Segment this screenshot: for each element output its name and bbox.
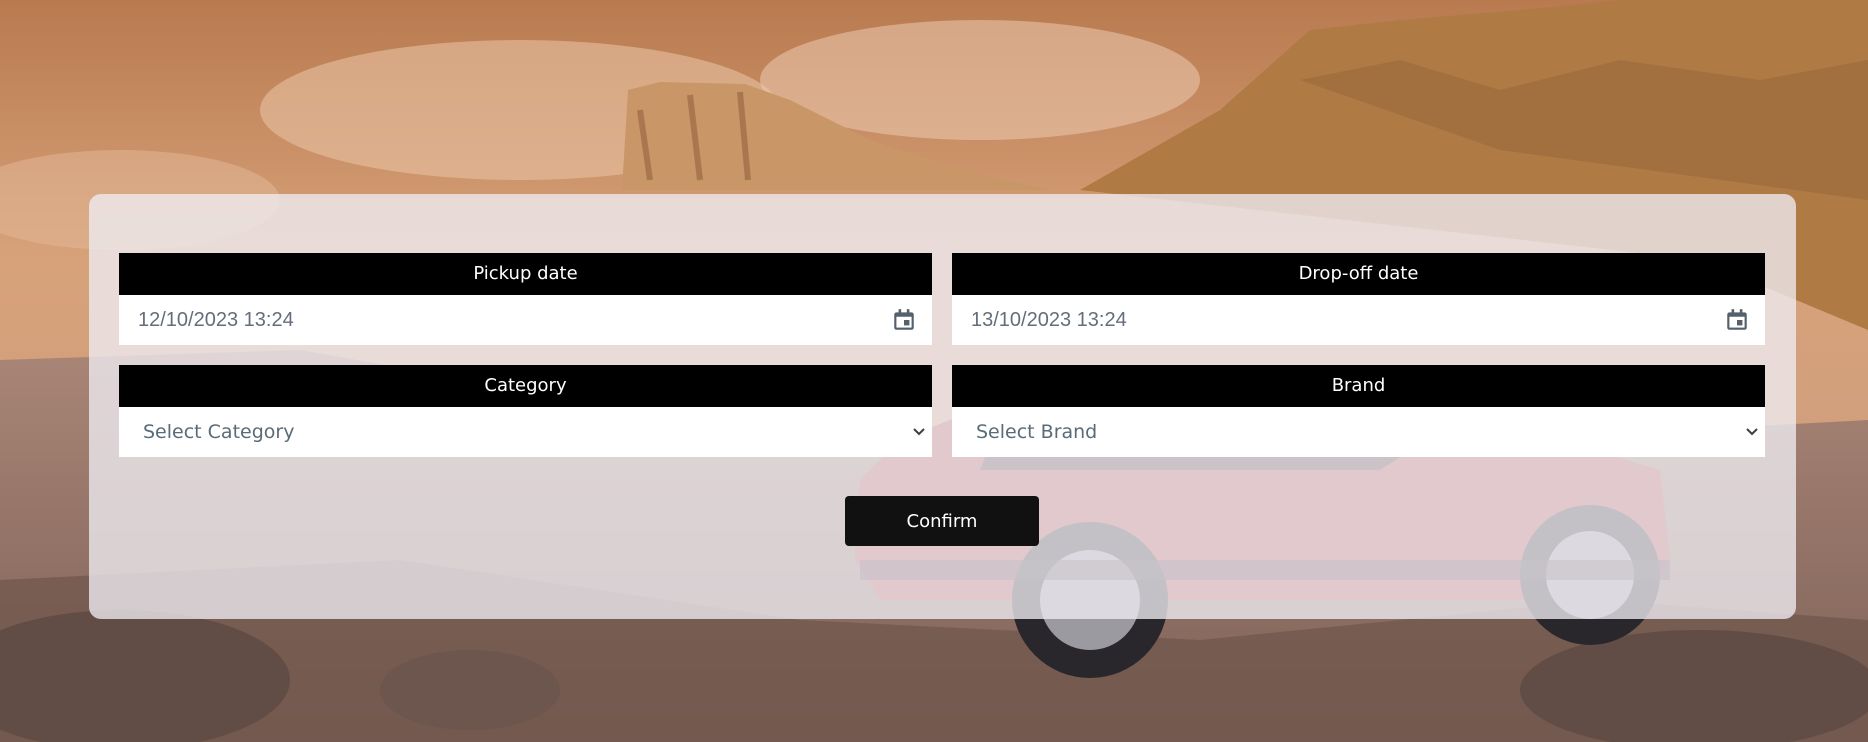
category-field: Category Select Category bbox=[119, 365, 932, 457]
brand-field: Brand Select Brand bbox=[952, 365, 1765, 457]
dropoff-date-label: Drop-off date bbox=[952, 253, 1765, 295]
calendar-icon[interactable] bbox=[891, 307, 917, 333]
confirm-button[interactable]: Confirm bbox=[845, 496, 1039, 546]
pickup-date-field: Pickup date 12/10/2023 13:24 bbox=[119, 253, 932, 345]
brand-selected-value: Select Brand bbox=[976, 421, 1098, 443]
pickup-date-label: Pickup date bbox=[119, 253, 932, 295]
pickup-date-input[interactable]: 12/10/2023 13:24 bbox=[119, 295, 932, 345]
chevron-down-icon[interactable] bbox=[1745, 426, 1759, 438]
chevron-down-icon[interactable] bbox=[912, 426, 926, 438]
calendar-icon[interactable] bbox=[1724, 307, 1750, 333]
pickup-date-value: 12/10/2023 13:24 bbox=[138, 309, 294, 331]
dropoff-date-input[interactable]: 13/10/2023 13:24 bbox=[952, 295, 1765, 345]
dropoff-date-field: Drop-off date 13/10/2023 13:24 bbox=[952, 253, 1765, 345]
brand-select[interactable]: Select Brand bbox=[952, 407, 1765, 457]
category-label: Category bbox=[119, 365, 932, 407]
brand-label: Brand bbox=[952, 365, 1765, 407]
category-selected-value: Select Category bbox=[143, 421, 295, 443]
dropoff-date-value: 13/10/2023 13:24 bbox=[971, 309, 1127, 331]
booking-form-panel: Pickup date 12/10/2023 13:24 Drop-off da… bbox=[89, 194, 1796, 619]
hero-background: Pickup date 12/10/2023 13:24 Drop-off da… bbox=[0, 0, 1868, 742]
category-select[interactable]: Select Category bbox=[119, 407, 932, 457]
